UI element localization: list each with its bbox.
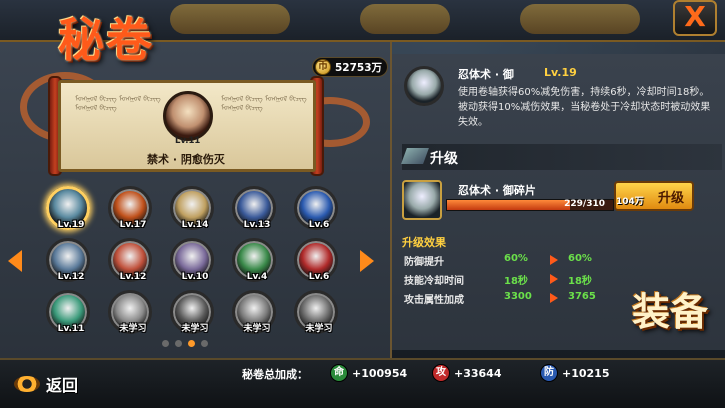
skill-detail-level: Lv.19 <box>544 66 577 79</box>
arrow-right-icon <box>550 293 558 303</box>
stat-value: +10215 <box>562 366 610 380</box>
scroll-name: 禁术 · 阴愈伤灭 <box>147 153 225 166</box>
upgrade-cost: 104万 <box>616 197 644 207</box>
stat-item: 命 +100954 <box>330 364 407 382</box>
close-button[interactable]: X <box>673 0 717 36</box>
scroll-skill-avatar <box>163 91 213 141</box>
scroll-level: Lv.11 <box>175 136 201 146</box>
skill-level: Lv.13 <box>243 220 271 230</box>
fragment-name: 忍体术 · 御碎片 <box>458 184 536 197</box>
coin-icon: 币 <box>315 59 331 75</box>
scroll-banner: ᠮᠣᠩᠭᠣᠯ ᠪᠢᠴᠢᠭ ᠮᠣᠩᠭᠣᠯ ᠪᠢᠴᠢᠭ ᠮᠣᠩᠭᠣᠯ ᠪᠢᠴᠢᠭ ᠮ… <box>58 80 316 172</box>
back-button[interactable]: 返回 <box>14 372 78 396</box>
effect-label: 攻击属性加成 <box>404 295 464 306</box>
effect-title: 升级效果 <box>402 236 446 249</box>
upgrade-header: 升级 <box>401 144 722 170</box>
page-dot <box>175 340 182 347</box>
flag-icon <box>401 148 429 164</box>
arrow-right-icon <box>550 274 558 284</box>
upgrade-button-label: 升级 <box>657 190 684 206</box>
cloud-decoration <box>520 4 640 34</box>
skill-level: Lv.4 <box>246 272 268 282</box>
back-label: 返回 <box>46 376 79 395</box>
effect-row: 防御提升 60% 60% <box>404 253 704 269</box>
total-bonus-label: 秘卷总加成： <box>242 368 308 381</box>
effect-next-value: 18秒 <box>568 276 592 287</box>
upgrade-title: 升级 <box>430 151 458 167</box>
skill-level: Lv.12 <box>119 272 147 282</box>
currency-display: 币 52753万 <box>312 57 388 77</box>
effect-current-value: 18秒 <box>504 276 528 287</box>
bottom-bar: 返回 秘卷总加成： 命 +100954 攻 +33644 防 +10215 <box>0 358 725 408</box>
effect-row: 技能冷却时间 18秒 18秒 <box>404 272 704 288</box>
effect-current-value: 60% <box>504 253 528 264</box>
arrow-right-icon <box>550 255 558 265</box>
skill-level: Lv.14 <box>181 220 209 230</box>
scroll-glyphs: ᠮᠣᠩᠭᠣᠯ ᠪᠢᠴᠢᠭ ᠮᠣᠩᠭᠣᠯ ᠪᠢᠴᠢᠭ ᠮᠣᠩᠭᠣᠯ ᠪᠢᠴᠢᠭ <box>75 95 161 112</box>
fragment-progress-bar: 229/310 <box>446 199 614 211</box>
currency-amount: 52753万 <box>335 61 383 74</box>
skill-level: 未学习 <box>119 324 147 334</box>
game-screen: 秘卷 X 币 52753万 ᠮᠣᠩᠭᠣᠯ ᠪᠢᠴᠢᠭ ᠮᠣᠩᠭᠣᠯ ᠪᠢᠴᠢᠭ … <box>0 0 725 408</box>
effect-current-value: 3300 <box>504 291 532 302</box>
skill-slot[interactable]: Lv.12 <box>46 238 90 282</box>
skill-detail-description: 使用卷轴获得60%减免伤害，持续6秒，冷却时间18秒。被动获得10%减伤效果，当… <box>458 87 711 128</box>
stat-item: 防 +10215 <box>540 364 610 382</box>
skill-slot[interactable]: Lv.19 <box>46 186 90 230</box>
skill-slot[interactable]: Lv.4 <box>232 238 276 282</box>
skill-level: 未学习 <box>305 324 333 334</box>
skill-detail-name: 忍体术 · 御 <box>458 68 514 81</box>
skill-slot[interactable]: Lv.6 <box>294 238 338 282</box>
stat-item: 攻 +33644 <box>432 364 502 382</box>
skill-slot[interactable]: Lv.10 <box>170 238 214 282</box>
eye-icon <box>14 376 40 392</box>
skill-level: Lv.10 <box>181 272 209 282</box>
page-dot-active <box>188 340 195 347</box>
skill-level: Lv.6 <box>308 220 330 230</box>
skill-level: Lv.12 <box>57 272 85 282</box>
effect-label: 防御提升 <box>404 257 444 268</box>
effect-next-value: 3765 <box>568 291 596 302</box>
skill-level: 未学习 <box>243 324 271 334</box>
skill-slot[interactable]: 未学习 <box>232 290 276 334</box>
skill-slot[interactable]: Lv.13 <box>232 186 276 230</box>
skill-level: Lv.19 <box>57 220 85 230</box>
page-title: 秘卷 <box>58 13 154 67</box>
skill-level: Lv.6 <box>308 272 330 282</box>
cloud-decoration <box>170 4 290 34</box>
stat-icon: 防 <box>540 364 558 382</box>
skill-slot[interactable]: 未学习 <box>294 290 338 334</box>
skill-level: Lv.17 <box>119 220 147 230</box>
skill-level: 未学习 <box>181 324 209 334</box>
effect-next-value: 60% <box>568 253 592 264</box>
page-left-arrow-icon[interactable] <box>8 250 22 272</box>
skill-level: Lv.11 <box>57 324 85 334</box>
fragment-icon <box>402 180 442 220</box>
scroll-glyphs: ᠮᠣᠩᠭᠣᠯ ᠪᠢᠴᠢᠭ ᠮᠣᠩᠭᠣᠯ ᠪᠢᠴᠢᠭ ᠮᠣᠩᠭᠣᠯ ᠪᠢᠴᠢᠭ <box>221 95 307 112</box>
page-dot <box>162 340 169 347</box>
skill-slot[interactable]: Lv.17 <box>108 186 152 230</box>
skill-grid: Lv.19 Lv.17 Lv.14 Lv.13 Lv.6 Lv.12 Lv.12 Lv.10 L… <box>40 186 360 338</box>
page-dot <box>201 340 208 347</box>
skill-slot[interactable]: 未学习 <box>170 290 214 334</box>
stat-icon: 攻 <box>432 364 450 382</box>
skill-slot[interactable]: 未学习 <box>108 290 152 334</box>
page-indicator <box>162 340 208 347</box>
fragment-progress-text: 229/310 <box>564 199 605 209</box>
cloud-decoration <box>360 4 450 34</box>
stat-icon: 命 <box>330 364 348 382</box>
skill-detail-icon <box>404 66 444 106</box>
skill-slot[interactable]: Lv.14 <box>170 186 214 230</box>
page-right-arrow-icon[interactable] <box>360 250 374 272</box>
effect-label: 技能冷却时间 <box>404 276 464 287</box>
stat-value: +100954 <box>352 366 408 380</box>
stat-value: +33644 <box>454 366 502 380</box>
skill-slot[interactable]: Lv.6 <box>294 186 338 230</box>
skill-slot[interactable]: Lv.12 <box>108 238 152 282</box>
skill-slot[interactable]: Lv.11 <box>46 290 90 334</box>
